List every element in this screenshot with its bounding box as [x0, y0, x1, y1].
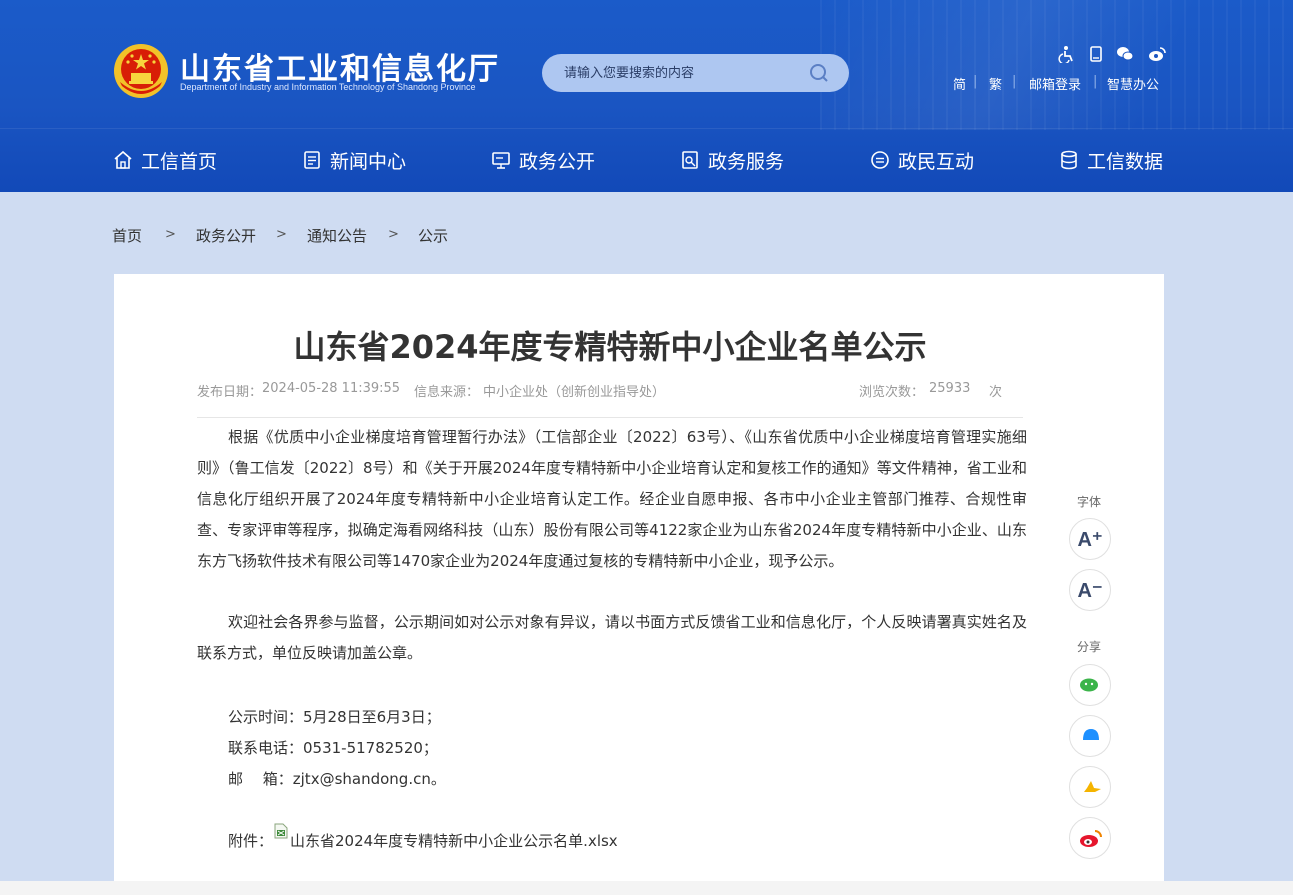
accessibility-icon[interactable]: [1058, 45, 1076, 65]
mail-login-link[interactable]: 邮箱登录: [1029, 74, 1081, 93]
views-count: 25933: [929, 381, 971, 396]
site-logo-subtitle: Department of Industry and Information T…: [180, 82, 476, 92]
breadcrumb-gov-open[interactable]: 政务公开: [196, 225, 256, 246]
link-separator: |: [1093, 74, 1098, 89]
font-increase-icon: A⁺: [1077, 529, 1103, 551]
national-emblem-icon: [114, 44, 168, 98]
database-icon: [1061, 150, 1077, 170]
nav-label: 政民互动: [898, 151, 975, 173]
breadcrumb-home[interactable]: 首页: [112, 225, 142, 246]
site-header: 山东省工业和信息化厅 Department of Industry and In…: [0, 0, 1293, 192]
publish-date-label: 发布日期：: [197, 385, 263, 400]
link-separator: |: [1012, 74, 1017, 89]
footer-strip: [0, 881, 1293, 895]
qzone-share-icon: [1084, 781, 1101, 792]
contact-email: 邮 箱：zjtx@shandong.cn。: [228, 770, 446, 788]
nav-label: 政务公开: [519, 151, 596, 173]
wechat-icon[interactable]: [1116, 45, 1134, 63]
contact-phone: 联系电话：0531-51782520；: [228, 739, 438, 757]
excel-file-icon: [274, 823, 288, 839]
news-icon: [304, 151, 320, 169]
attachment-link[interactable]: 山东省2024年度专精特新中小企业公示名单.xlsx: [290, 830, 618, 851]
mobile-icon[interactable]: [1087, 45, 1105, 63]
qq-share-icon: [1083, 729, 1099, 740]
breadcrumb-separator: >: [165, 227, 176, 242]
share-label: 分享: [1077, 640, 1102, 654]
attachment-label: 附件：: [228, 832, 274, 850]
font-decrease-icon: A⁻: [1077, 580, 1103, 602]
publish-date: 2024-05-28 11:39:55: [262, 381, 401, 396]
service-icon: [682, 151, 698, 169]
font-decrease-button[interactable]: A⁻: [1069, 569, 1111, 611]
header-divider: [0, 128, 1293, 129]
simplified-chinese-link[interactable]: 简: [953, 74, 966, 93]
wechat-share-icon: [1080, 678, 1098, 692]
article-paragraph-2: 欢迎社会各界参与监督，公示期间如对公示对象有异议，请以书面方式反馈省工业和信息化…: [197, 613, 1027, 662]
weibo-icon[interactable]: [1148, 45, 1166, 63]
breadcrumb-separator: >: [388, 227, 399, 242]
source-value: 中小企业处（创新创业指导处）: [483, 385, 666, 400]
monitor-icon: [492, 152, 510, 169]
chat-icon: [871, 151, 889, 169]
article-title: 山东省2024年度专精特新中小企业名单公示: [293, 328, 927, 366]
share-qzone-button[interactable]: [1069, 766, 1111, 808]
link-separator: |: [973, 74, 978, 89]
nav-label: 工信首页: [141, 151, 218, 173]
search-input[interactable]: [564, 63, 804, 83]
header-background-decoration: [820, 0, 1293, 130]
views-unit: 次: [989, 385, 1003, 400]
traditional-chinese-link[interactable]: 繁: [989, 74, 1002, 93]
notice-period: 公示时间：5月28日至6月3日；: [228, 708, 441, 726]
weibo-share-icon: [1080, 830, 1102, 847]
breadcrumb-separator: >: [276, 227, 287, 242]
article-paragraph-1: 根据《优质中小企业梯度培育管理暂行办法》（工信部企业〔2022〕63号）、《山东…: [197, 428, 1027, 570]
home-icon: [114, 150, 132, 169]
smart-office-link[interactable]: 智慧办公: [1107, 74, 1159, 93]
source-label: 信息来源：: [414, 385, 480, 400]
share-qq-button[interactable]: [1069, 715, 1111, 757]
share-wechat-button[interactable]: [1069, 664, 1111, 706]
share-weibo-button[interactable]: [1069, 817, 1111, 859]
views-label: 浏览次数：: [859, 385, 925, 400]
breadcrumb-notices[interactable]: 通知公告: [307, 225, 367, 246]
nav-label: 政务服务: [708, 151, 785, 173]
search-box: [542, 54, 849, 92]
nav-label: 新闻中心: [330, 151, 407, 173]
breadcrumb-current: 公示: [418, 227, 449, 245]
font-increase-button[interactable]: A⁺: [1069, 518, 1111, 560]
title-divider: [197, 417, 1023, 418]
font-size-label: 字体: [1077, 495, 1102, 509]
search-icon[interactable]: [809, 63, 829, 83]
nav-label: 工信数据: [1087, 151, 1164, 173]
